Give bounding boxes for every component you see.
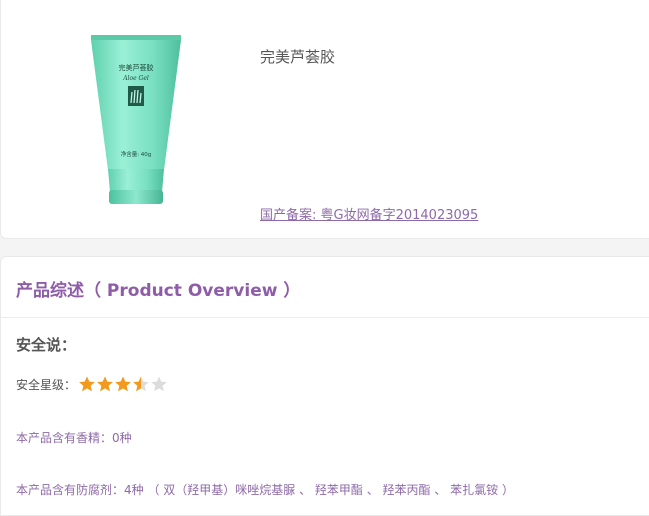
product-name: 完美芦荟胶 [260, 48, 336, 66]
tube-net-text: 净含量: 40g [121, 150, 152, 158]
fragrance-info: 本产品含有香精：0种 [16, 431, 132, 445]
record-number-link[interactable]: 国产备案: 粤G妆网备字2014023095 [260, 204, 478, 223]
star-full-icon [79, 376, 95, 392]
star-rating [78, 375, 168, 393]
safety-rating: 安全星级： [16, 375, 168, 393]
star-full-icon [115, 376, 131, 392]
product-image: 完美芦荟胶 Aloe Gel 净含量: 40g [88, 32, 184, 208]
section-divider [1, 317, 649, 318]
rating-label: 安全星级： [16, 377, 77, 392]
star-half-icon [133, 376, 149, 392]
preservative-info: 本产品含有防腐剂：4种 （ 双（羟甲基）咪唑烷基脲 、 羟苯甲酯 、 羟苯丙酯 … [16, 483, 514, 497]
overview-title: 产品综述（ Product Overview ） [16, 281, 301, 301]
star-empty-icon [151, 376, 167, 392]
tube-brand-text: 完美芦荟胶 [119, 63, 154, 72]
star-full-icon [97, 376, 113, 392]
safety-heading: 安全说： [16, 336, 77, 354]
tube-subtitle-text: Aloe Gel [122, 75, 149, 82]
